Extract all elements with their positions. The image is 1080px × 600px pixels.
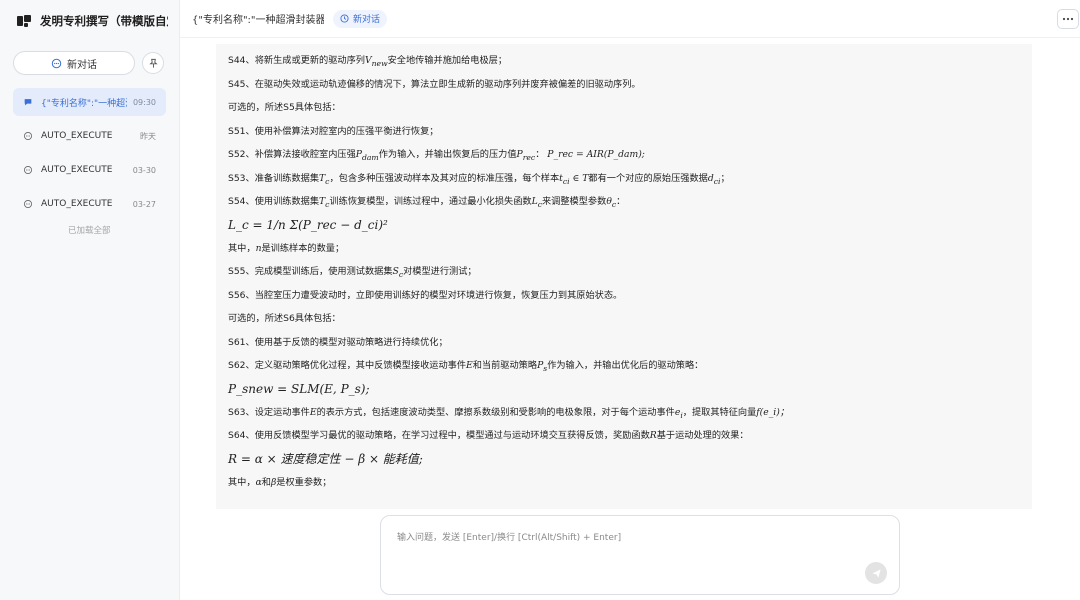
message-line: S61、使用基于反馈的模型对驱动策略进行持续优化； xyxy=(228,336,448,348)
message-line: S56、当腔室压力遭受波动时，立即使用训练好的模型对环境进行恢复，恢复压力到其原… xyxy=(228,289,623,301)
assistant-message: S44、将新生成或更新的驱动序列Vnew安全地传输并施加给电极层； S45、在驱… xyxy=(216,44,1032,509)
chat-bubble-icon xyxy=(23,199,33,209)
conversation-item[interactable]: {"专利名称":"一种超滑封装器件 09:30 xyxy=(13,88,166,116)
message-line: S62、定义驱动策略优化过程，其中反馈模型接收运动事件E和当前驱动策略Ps作为输… xyxy=(228,360,704,373)
pin-button[interactable] xyxy=(142,52,164,74)
pin-icon xyxy=(148,58,158,68)
message-line: S55、完成模型训练后，使用测试数据集Sc对模型进行测试； xyxy=(228,266,477,279)
chat-input-placeholder: 输入问题，发送 [Enter]/换行 [Ctrl(Alt/Shift) + En… xyxy=(397,533,622,543)
topbar-new-chat-button[interactable]: 新对话 xyxy=(333,9,388,28)
conversation-label: AUTO_EXECUTE xyxy=(41,165,113,175)
message-line: S45、在驱动失效或运动轨迹偏移的情况下，算法立即生成新的驱动序列并废弃被偏差的… xyxy=(228,78,641,90)
chat-bubble-icon xyxy=(24,99,32,106)
message-line: S53、准备训练数据集Tc，包含多种压强波动样本及其对应的标准压强，每个样本tc… xyxy=(228,172,730,186)
conversation-label: AUTO_EXECUTE xyxy=(41,131,113,141)
more-dots-icon xyxy=(1062,17,1074,21)
conversation-item[interactable]: AUTO_EXECUTE 03-30 xyxy=(13,156,166,184)
display-formula: P_snew = SLM(E, P_s); xyxy=(228,381,370,396)
message-line: 其中，α和β是权重参数； xyxy=(228,476,332,488)
conversation-time: 09:30 xyxy=(132,97,156,107)
new-chat-button[interactable]: 新对话 xyxy=(13,51,135,75)
send-button[interactable] xyxy=(865,562,887,584)
sidebar: 发明专利撰写（带模版自定义） 新对话 {"专利名称":"一种超滑封装器件 09:… xyxy=(0,0,180,600)
topbar-new-chat-label: 新对话 xyxy=(353,15,381,25)
chat-bubble-icon xyxy=(23,165,33,175)
formula-line: L_c = 1/n Σ(P_rec − d_ci)² xyxy=(228,214,1020,237)
loaded-all-text: 已加载全部 xyxy=(68,226,111,236)
display-formula: R = α × 速度稳定性 − β × 能耗值; xyxy=(228,451,423,466)
chat-topbar: {"专利名称":"一种超滑封装器件 新对话 xyxy=(180,0,1080,38)
conversation-time: 03-30 xyxy=(132,165,156,175)
message-line: S51、使用补偿算法对腔室内的压强平衡进行恢复； xyxy=(228,125,439,137)
message-line: S52、补偿算法接收腔室内压强Pdam作为输入，并输出恢复后的压力值Prec： … xyxy=(228,149,645,162)
conversation-item[interactable]: AUTO_EXECUTE 03-27 xyxy=(13,190,166,218)
app-logo-icon xyxy=(17,15,31,27)
new-chat-label: 新对话 xyxy=(67,59,97,71)
conversation-list: {"专利名称":"一种超滑封装器件 09:30 AUTO_EXECUTE 昨天 … xyxy=(0,88,179,236)
conversation-item[interactable]: AUTO_EXECUTE 昨天 xyxy=(13,122,166,150)
app-header: 发明专利撰写（带模版自定义） xyxy=(0,0,179,42)
chat-title: {"专利名称":"一种超滑封装器件 xyxy=(192,15,324,26)
clock-icon xyxy=(340,14,349,23)
message-line: S44、将新生成或更新的驱动序列Vnew安全地传输并施加给电极层； xyxy=(228,55,508,68)
formula-line: P_snew = SLM(E, P_s); xyxy=(228,378,1020,401)
message-line: 可选的，所述S6具体包括： xyxy=(228,313,341,324)
conversation-time: 昨天 xyxy=(140,131,156,141)
message-line: 其中，n是训练样本的数量； xyxy=(228,242,345,254)
display-formula: L_c = 1/n Σ(P_rec − d_ci)² xyxy=(228,217,388,232)
chat-input-box[interactable]: 输入问题，发送 [Enter]/换行 [Ctrl(Alt/Shift) + En… xyxy=(380,515,900,595)
send-icon xyxy=(871,568,881,578)
more-options-button[interactable] xyxy=(1057,9,1079,29)
inline-formula: P_rec = AIR(P_dam); xyxy=(547,149,645,160)
conversation-label: {"专利名称":"一种超滑封装器件 xyxy=(41,98,127,109)
message-line: S64、使用反馈模型学习最优的驱动策略，在学习过程中，模型通过与运动环境交互获得… xyxy=(228,430,749,441)
message-line: 可选的，所述S5具体包括： xyxy=(228,102,341,113)
chat-bubble-icon xyxy=(23,131,33,141)
conversation-label: AUTO_EXECUTE xyxy=(41,199,113,209)
app-title: 发明专利撰写（带模版自定义） xyxy=(40,14,168,28)
message-line: S54、使用训练数据集Tc训练恢复模型，训练过程中，通过最小化损失函数Lc来调整… xyxy=(228,196,626,209)
message-line: S63、设定运动事件E的表示方式，包括速度波动类型、摩擦系数级别和受影响的电极象… xyxy=(228,406,789,420)
chat-bubble-icon xyxy=(51,58,62,68)
formula-line: R = α × 速度稳定性 − β × 能耗值; xyxy=(228,448,1020,471)
conversation-time: 03-27 xyxy=(132,199,156,209)
